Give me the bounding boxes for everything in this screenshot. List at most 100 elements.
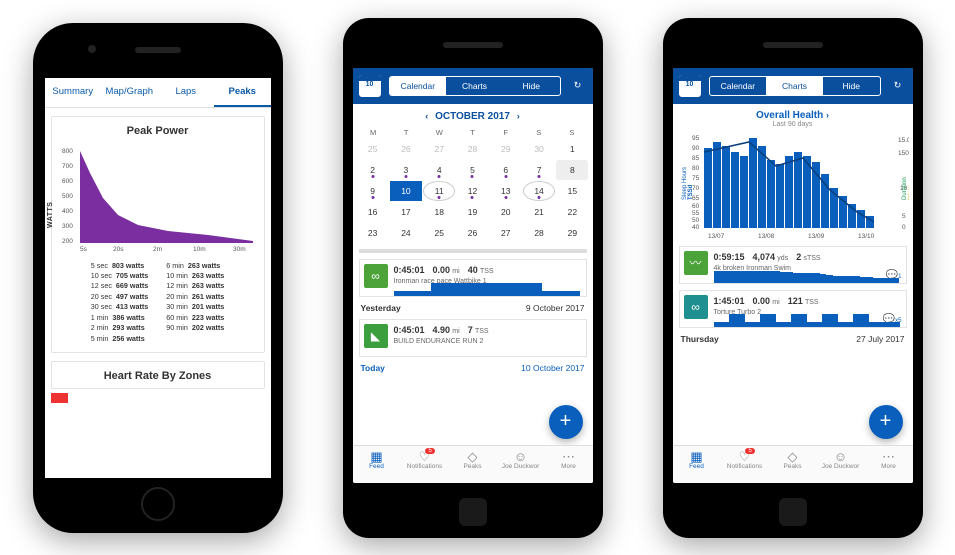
nav-feed[interactable]: ▦Feed [353,446,401,483]
day-21[interactable]: 21 [523,202,555,222]
nav-more[interactable]: ⋯More [545,446,593,483]
tab-mapgraph[interactable]: Map/Graph [101,78,158,107]
day-17[interactable]: 17 [390,202,422,222]
weekday-row: MTWTFSS [353,126,593,139]
home-button[interactable] [779,498,807,526]
workout-card-turbo[interactable]: ∞ 1:45:01 0.00 mi 121 TSS Torture Turbo … [679,290,907,328]
peak-power-chart: 800700600 500400300200 5s20s2m10m30m [58,143,258,253]
day-24[interactable]: 24 [390,223,422,243]
svg-text:90: 90 [692,145,700,152]
chevron-left-icon[interactable]: ‹ [421,111,432,121]
day-20[interactable]: 20 [490,202,522,222]
svg-text:600: 600 [62,178,73,185]
nav-profile[interactable]: ☺Joe Duckwor [497,446,545,483]
hr-bar [51,393,265,403]
add-fab[interactable]: + [549,405,583,439]
phone-android-calendar: 10 Calendar Charts Hide ↻ ‹ OCTOBER 2017… [343,18,603,538]
day-22[interactable]: 22 [556,202,588,222]
svg-text:13/10: 13/10 [858,233,875,240]
calendar-icon[interactable]: 10 [679,75,701,97]
seg-calendar[interactable]: Calendar [710,77,767,95]
phone-android-charts: 10 Calendar Charts Hide ↻ Overall Health… [663,18,923,538]
add-fab[interactable]: + [869,405,903,439]
screen-peaks: Summary Map/Graph Laps Peaks Peak Power … [45,78,271,478]
home-button[interactable] [459,498,487,526]
nav-notifications[interactable]: ♡5Notifications [401,446,449,483]
day-9[interactable]: 9 [357,181,389,201]
svg-text:13/07: 13/07 [708,233,725,240]
yesterday-header: Yesterday9 October 2017 [353,297,593,313]
nav-peaks[interactable]: ◇Peaks [769,446,817,483]
top-bar: 10 Calendar Charts Hide ↻ [353,68,593,104]
chart-subtitle: Last 90 days [673,121,913,130]
tab-laps[interactable]: Laps [158,78,215,107]
day-16[interactable]: 16 [357,202,389,222]
nav-more[interactable]: ⋯More [865,446,913,483]
seg-charts[interactable]: Charts [766,77,823,95]
day-8[interactable]: 8 [556,160,588,180]
home-button[interactable] [141,487,175,521]
svg-text:5: 5 [902,213,906,220]
bottom-nav: ▦Feed ♡5Notifications ◇Peaks ☺Joe Duckwo… [353,445,593,483]
svg-text:55: 55 [692,210,700,217]
day-28[interactable]: 28 [523,223,555,243]
day-25[interactable]: 25 [423,223,455,243]
today-header: Today10 October 2017 [353,357,593,373]
run-icon: ◣ [364,324,388,348]
nav-notifications[interactable]: ♡5Notifications [721,446,769,483]
svg-text:500: 500 [62,193,73,200]
seg-calendar[interactable]: Calendar [390,77,447,95]
day-2[interactable]: 2 [357,160,389,180]
month-header[interactable]: ‹ OCTOBER 2017 › [353,104,593,126]
swim-icon: 〰 [684,251,708,275]
day-23[interactable]: 23 [357,223,389,243]
day-6[interactable]: 6 [490,160,522,180]
hr-title: Heart Rate By Zones [58,370,258,382]
day-7[interactable]: 7 [523,160,555,180]
day-1[interactable]: 1 [556,139,588,159]
workout-card-swim[interactable]: 〰 0:59:15 4,074 yds 2 sTSS 4k broken Iro… [679,246,907,284]
seg-hide[interactable]: Hide [823,77,880,95]
day-5[interactable]: 5 [456,160,488,180]
refresh-icon[interactable]: ↻ [569,77,587,95]
calendar-icon[interactable]: 10 [359,75,381,97]
nav-feed[interactable]: ▦Feed [673,446,721,483]
chevron-right-icon[interactable]: › [513,111,524,121]
tab-peaks[interactable]: Peaks [214,78,271,107]
workout-card-2[interactable]: ◣ 0:45:01 4.90 mi 7 TSS BUILD ENDURANCE … [359,319,587,357]
chart-title[interactable]: Overall Health › [673,104,913,121]
day-26[interactable]: 26 [456,223,488,243]
seg-hide[interactable]: Hide [503,77,560,95]
day-27[interactable]: 27 [490,223,522,243]
bike-icon: ∞ [364,264,388,288]
svg-text:2m: 2m [153,246,162,253]
day-14[interactable]: 14 [523,181,555,201]
day-18[interactable]: 18 [423,202,455,222]
top-bar: 10 Calendar Charts Hide ↻ [673,68,913,104]
day-15[interactable]: 15 [556,181,588,201]
svg-text:30m: 30m [233,246,246,253]
nav-profile[interactable]: ☺Joe Duckwor [817,446,865,483]
thursday-header: Thursday27 July 2017 [673,328,913,344]
day-3[interactable]: 3 [390,160,422,180]
day-11[interactable]: 11 [423,181,455,201]
svg-text:15.0: 15.0 [898,137,909,144]
y-axis-label: WATTS [47,201,54,227]
day-13[interactable]: 13 [490,181,522,201]
refresh-icon[interactable]: ↻ [889,77,907,95]
day-12[interactable]: 12 [456,181,488,201]
day-19[interactable]: 19 [456,202,488,222]
day-4[interactable]: 4 [423,160,455,180]
tabs: Summary Map/Graph Laps Peaks [45,78,271,108]
bottom-nav: ▦Feed ♡5Notifications ◇Peaks ☺Joe Duckwo… [673,445,913,483]
svg-text:95: 95 [692,135,700,142]
svg-text:50: 50 [692,217,700,224]
svg-text:TSSd: TSSd [688,184,694,200]
view-segment: Calendar Charts Hide [389,76,561,96]
seg-charts[interactable]: Charts [446,77,503,95]
day-29[interactable]: 29 [556,223,588,243]
tab-summary[interactable]: Summary [45,78,102,107]
nav-peaks[interactable]: ◇Peaks [449,446,497,483]
workout-card-1[interactable]: ∞ 0:45:01 0.00 mi 40 TSS Ironman race pa… [359,259,587,297]
day-10[interactable]: 10 [390,181,422,201]
